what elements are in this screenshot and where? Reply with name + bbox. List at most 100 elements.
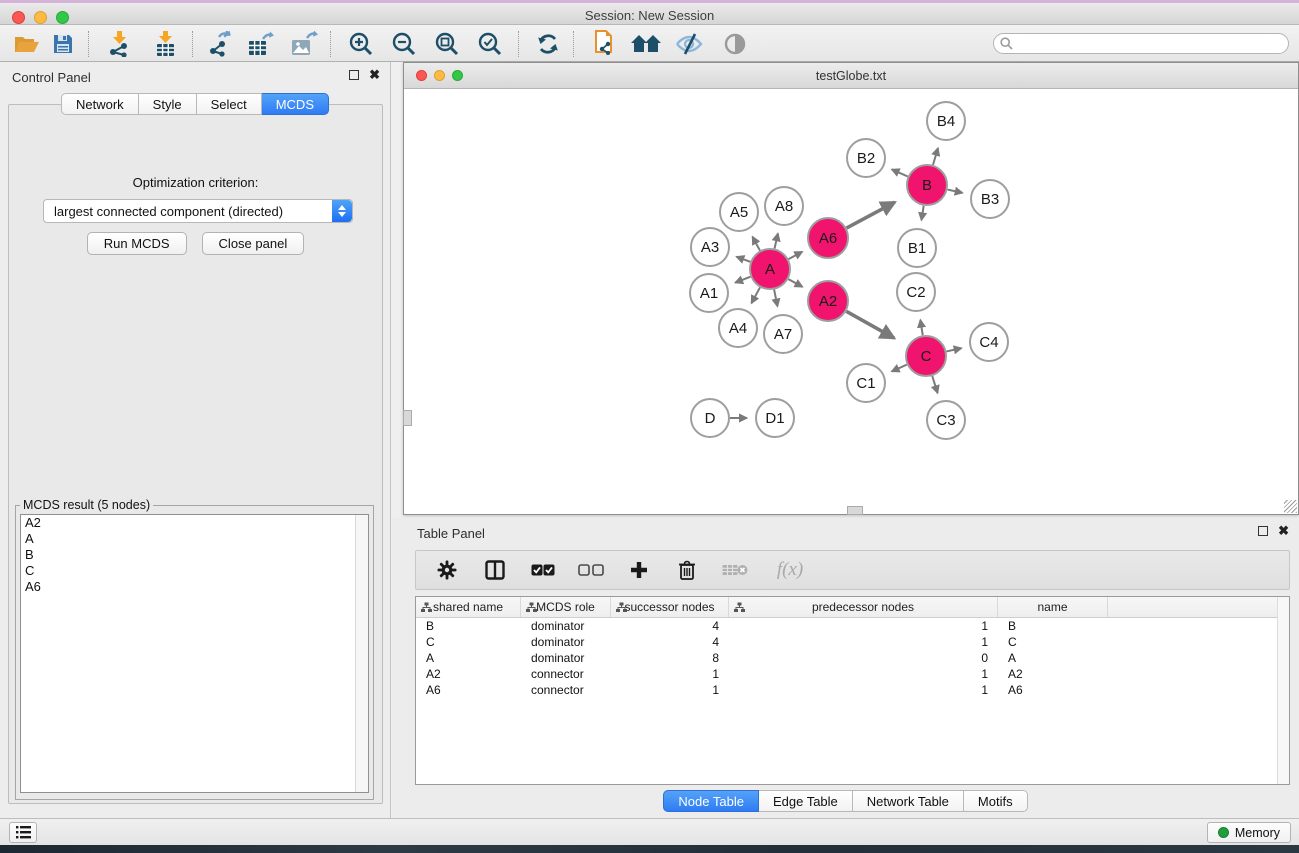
column-header-name[interactable]: name xyxy=(998,597,1108,617)
birdseye-handle-bottom[interactable] xyxy=(847,506,863,515)
column-header-predecessor-nodes[interactable]: predecessor nodes xyxy=(729,597,998,617)
table-cell[interactable]: 1 xyxy=(611,666,729,682)
table-cell[interactable]: 1 xyxy=(611,682,729,698)
gear-icon[interactable] xyxy=(434,557,460,583)
memory-button[interactable]: Memory xyxy=(1207,822,1291,843)
graph-node-C4[interactable]: C4 xyxy=(970,323,1008,361)
table-cell[interactable]: A2 xyxy=(998,666,1108,682)
table-cell[interactable]: 1 xyxy=(729,666,998,682)
tab-select[interactable]: Select xyxy=(197,93,262,115)
graph-node-C2[interactable]: C2 xyxy=(897,273,935,311)
graph-node-A3[interactable]: A3 xyxy=(691,228,729,266)
function-builder-icon[interactable]: f(x) xyxy=(770,557,810,583)
table-cell[interactable]: connector xyxy=(521,666,611,682)
table-cell[interactable]: 1 xyxy=(729,618,998,634)
refresh-layout-icon[interactable] xyxy=(531,29,565,59)
criterion-dropdown[interactable]: largest connected component (directed) xyxy=(43,199,353,223)
graph-node-C1[interactable]: C1 xyxy=(847,364,885,402)
graph-node-A7[interactable]: A7 xyxy=(764,315,802,353)
table-cell[interactable]: B xyxy=(416,618,521,634)
graph-node-B2[interactable]: B2 xyxy=(847,139,885,177)
task-history-button[interactable] xyxy=(9,822,37,843)
table-cell[interactable]: A6 xyxy=(416,682,521,698)
graph-node-A[interactable]: A xyxy=(750,249,790,289)
zoom-selected-icon[interactable] xyxy=(473,29,507,59)
table-cell[interactable]: dominator xyxy=(521,634,611,650)
table-row[interactable]: Adominator80A xyxy=(416,650,1289,666)
hide-selected-icon[interactable] xyxy=(672,29,706,59)
export-image-icon[interactable] xyxy=(287,29,321,59)
birdseye-handle-left[interactable] xyxy=(403,410,412,426)
select-all-columns-icon[interactable] xyxy=(530,557,556,583)
table-cell[interactable]: A xyxy=(998,650,1108,666)
table-row[interactable]: Cdominator41C xyxy=(416,634,1289,650)
network-window-titlebar[interactable]: testGlobe.txt xyxy=(404,63,1298,89)
run-mcds-button[interactable]: Run MCDS xyxy=(87,232,187,255)
close-table-panel-icon[interactable]: ✖ xyxy=(1278,526,1289,536)
table-cell[interactable]: A2 xyxy=(416,666,521,682)
table-cell[interactable]: connector xyxy=(521,682,611,698)
column-header-successor-nodes[interactable]: successor nodes xyxy=(611,597,729,617)
table-cell[interactable]: 8 xyxy=(611,650,729,666)
zoom-fit-icon[interactable] xyxy=(430,29,464,59)
table-cell[interactable]: 0 xyxy=(729,650,998,666)
graph-node-D[interactable]: D xyxy=(691,399,729,437)
add-column-icon[interactable] xyxy=(626,557,652,583)
graph-node-A5[interactable]: A5 xyxy=(720,193,758,231)
tab-node-table[interactable]: Node Table xyxy=(663,790,759,812)
graph-node-C3[interactable]: C3 xyxy=(927,401,965,439)
save-session-icon[interactable] xyxy=(46,29,80,59)
graph-node-A1[interactable]: A1 xyxy=(690,274,728,312)
table-cell[interactable]: dominator xyxy=(521,650,611,666)
first-neighbors-icon[interactable] xyxy=(630,29,664,59)
table-cell[interactable]: dominator xyxy=(521,618,611,634)
export-network-icon[interactable] xyxy=(202,29,236,59)
graph-node-A4[interactable]: A4 xyxy=(719,309,757,347)
resize-grip-icon[interactable] xyxy=(1284,500,1297,513)
graph-node-C[interactable]: C xyxy=(906,336,946,376)
export-table-icon[interactable] xyxy=(244,29,278,59)
graph-node-A2[interactable]: A2 xyxy=(808,281,848,321)
result-list-item[interactable]: A xyxy=(21,531,368,547)
delete-table-icon[interactable] xyxy=(722,557,748,583)
show-all-icon[interactable] xyxy=(718,29,752,59)
close-panel-button[interactable]: Close panel xyxy=(202,232,305,255)
search-input[interactable] xyxy=(993,33,1289,54)
graph-node-B[interactable]: B xyxy=(907,165,947,205)
graph-node-D1[interactable]: D1 xyxy=(756,399,794,437)
zoom-in-icon[interactable] xyxy=(344,29,378,59)
result-list-scrollbar[interactable] xyxy=(355,515,368,792)
float-panel-icon[interactable] xyxy=(349,70,359,80)
search-field[interactable] xyxy=(993,33,1289,54)
table-cell[interactable]: 4 xyxy=(611,618,729,634)
network-window[interactable]: testGlobe.txt B4B2BB3A5A8A6B1A3AA1C2A2A4… xyxy=(403,62,1299,515)
open-session-icon[interactable] xyxy=(10,29,44,59)
table-cell[interactable]: 1 xyxy=(729,634,998,650)
import-table-icon[interactable] xyxy=(148,29,182,59)
import-network-icon[interactable] xyxy=(102,29,136,59)
graph-node-A6[interactable]: A6 xyxy=(808,218,848,258)
table-cell[interactable]: 1 xyxy=(729,682,998,698)
table-cell[interactable]: C xyxy=(998,634,1108,650)
tab-edge-table[interactable]: Edge Table xyxy=(759,790,853,812)
tab-motifs[interactable]: Motifs xyxy=(964,790,1028,812)
delete-column-icon[interactable] xyxy=(674,557,700,583)
table-cell[interactable]: 4 xyxy=(611,634,729,650)
table-cell[interactable]: C xyxy=(416,634,521,650)
tab-network[interactable]: Network xyxy=(61,93,139,115)
mcds-result-list[interactable]: A2ABCA6 xyxy=(20,514,369,793)
result-list-item[interactable]: B xyxy=(21,547,368,563)
tab-network-table[interactable]: Network Table xyxy=(853,790,964,812)
close-panel-icon[interactable]: ✖ xyxy=(369,70,380,80)
table-cell[interactable]: A6 xyxy=(998,682,1108,698)
zoom-out-icon[interactable] xyxy=(387,29,421,59)
table-row[interactable]: Bdominator41B xyxy=(416,618,1289,634)
graph-node-B3[interactable]: B3 xyxy=(971,180,1009,218)
column-header-MCDS-role[interactable]: MCDS role xyxy=(521,597,611,617)
clone-network-icon[interactable] xyxy=(588,29,622,59)
tab-mcds[interactable]: MCDS xyxy=(262,93,329,115)
result-list-item[interactable]: A2 xyxy=(21,515,368,531)
result-list-item[interactable]: C xyxy=(21,563,368,579)
float-table-panel-icon[interactable] xyxy=(1258,526,1268,536)
unselect-all-columns-icon[interactable] xyxy=(578,557,604,583)
